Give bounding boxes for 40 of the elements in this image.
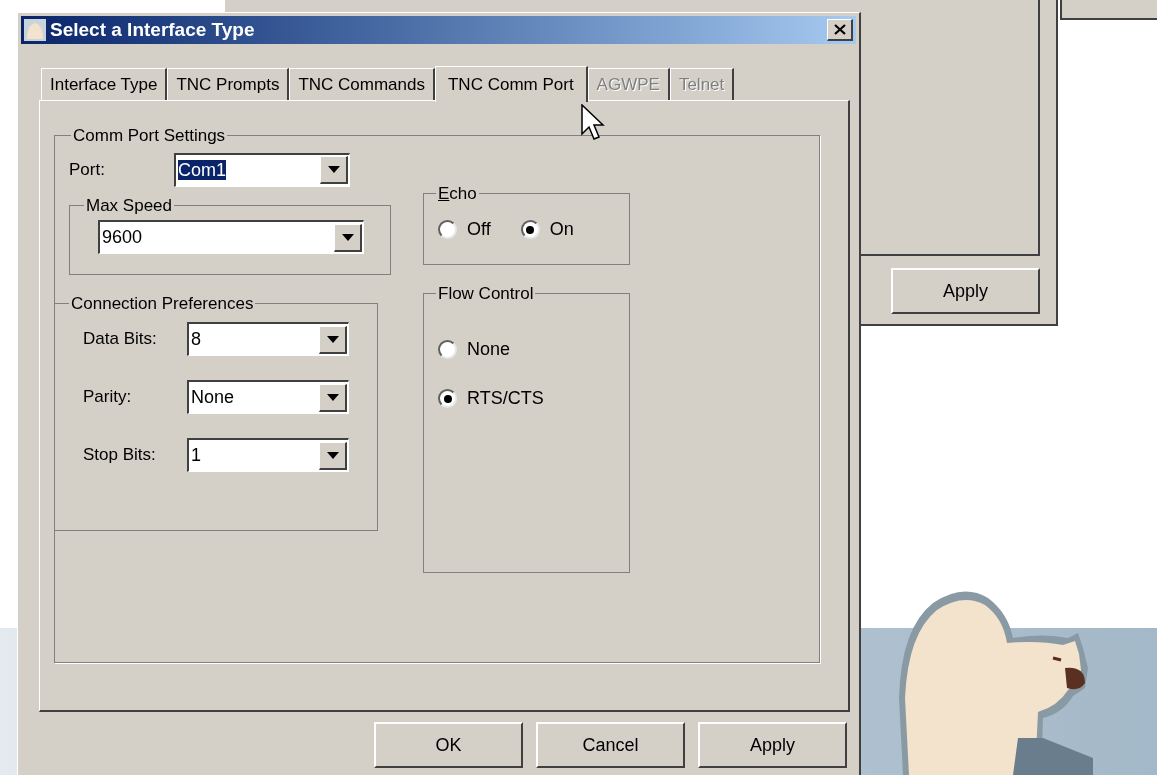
dropdown-arrow-icon — [326, 451, 339, 459]
group-title: Echo — [437, 182, 478, 205]
dropdown-arrow-icon — [326, 335, 339, 343]
group-title: Comm Port Settings — [72, 125, 227, 147]
dropdown-arrow-icon — [327, 166, 340, 173]
tab[interactable]: Interface Type — [41, 68, 168, 100]
dropdown-field[interactable]: Com1 — [174, 152, 350, 187]
dropdown-field[interactable]: 8 — [187, 322, 349, 356]
port-label: Port: — [69, 158, 106, 181]
close-icon — [833, 24, 846, 35]
tab[interactable]: TNC Prompts — [167, 68, 290, 100]
app-icon — [24, 19, 46, 41]
radio-label: On — [549, 218, 574, 241]
field-label: Stop Bits: — [83, 444, 157, 467]
cursor-icon — [581, 104, 605, 142]
radio-button[interactable] — [438, 340, 457, 359]
apply-button[interactable]: Apply — [891, 268, 1040, 314]
field-label: Parity: — [83, 386, 133, 409]
group-title: Flow Control — [437, 282, 535, 305]
tab[interactable]: TNC Commands — [289, 68, 435, 100]
dropdown-arrow-icon — [326, 393, 339, 401]
tab[interactable]: TNC Comm Port — [435, 66, 588, 102]
radio-label: None — [467, 338, 511, 361]
ok-button[interactable]: OK — [374, 722, 523, 768]
dropdown-field[interactable]: 1 — [187, 438, 349, 472]
close-button[interactable] — [827, 19, 853, 41]
field-label: Data Bits: — [83, 328, 158, 351]
group-title: Max Speed — [85, 194, 173, 217]
radio-button[interactable] — [438, 220, 457, 239]
radio-label: Off — [467, 218, 491, 241]
dropdown-field[interactable]: 9600 — [98, 220, 364, 254]
radio-button[interactable] — [438, 389, 457, 408]
dropdown-field[interactable]: None — [187, 380, 349, 414]
radio-button[interactable] — [520, 220, 540, 239]
dropdown-arrow-icon — [341, 233, 354, 241]
window-title: Select a Interface Type — [50, 17, 256, 42]
group-title: Connection Preferences — [70, 292, 255, 315]
cancel-button[interactable]: Cancel — [536, 722, 685, 768]
apply-button[interactable]: Apply — [698, 722, 847, 768]
radio-label: RTS/CTS — [467, 387, 544, 410]
